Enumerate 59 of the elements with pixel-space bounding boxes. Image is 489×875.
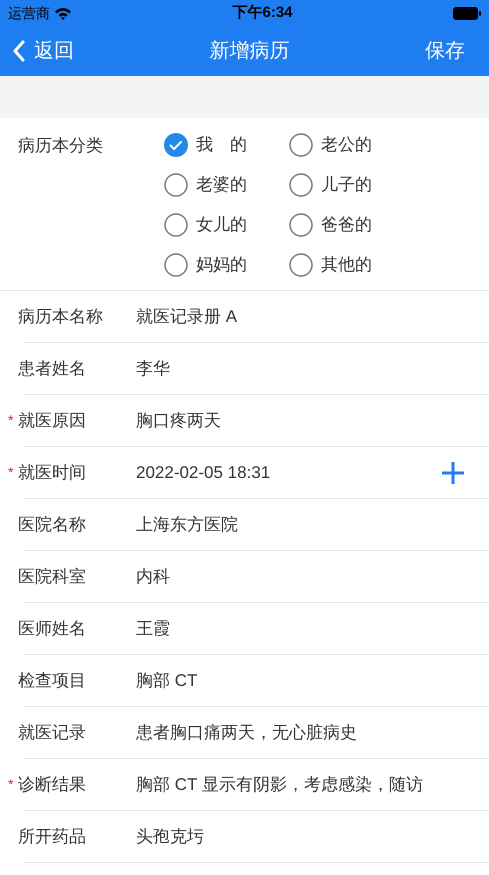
required-mark: * bbox=[8, 463, 14, 482]
field-value[interactable]: 上海东方医院 bbox=[136, 512, 489, 538]
field-value[interactable]: 就医记录册 A bbox=[136, 304, 489, 330]
field-label: 患者姓名 bbox=[18, 358, 87, 380]
required-mark: * bbox=[8, 775, 14, 794]
save-button[interactable]: 保存 bbox=[425, 36, 477, 66]
checked-radio-icon bbox=[164, 133, 188, 157]
wifi-icon bbox=[54, 6, 72, 20]
radio-label: 妈妈的 bbox=[196, 254, 247, 276]
plus-icon[interactable] bbox=[441, 460, 465, 484]
carrier-text: 运营商 bbox=[8, 4, 50, 22]
field-label: 检查项目 bbox=[18, 670, 87, 692]
field-label: 所开药品 bbox=[18, 826, 87, 848]
radio-label: 其他的 bbox=[321, 254, 372, 276]
radio-option[interactable]: 儿子的 bbox=[289, 165, 414, 205]
field-value[interactable]: 胸部 CT bbox=[136, 668, 489, 694]
field-value[interactable]: 胸部 CT 显示有阴影，考虑感染，随访 bbox=[136, 772, 489, 798]
radio-label: 儿子的 bbox=[321, 174, 372, 196]
radio-option[interactable]: 其他的 bbox=[289, 245, 414, 285]
radio-label: 老婆的 bbox=[196, 174, 247, 196]
field-value[interactable]: 患者胸口痛两天，无心脏病史 bbox=[136, 720, 489, 746]
radio-icon bbox=[289, 253, 313, 277]
back-button[interactable]: 返回 bbox=[12, 36, 74, 66]
radio-option[interactable]: 老婆的 bbox=[164, 165, 289, 205]
radio-icon bbox=[289, 173, 313, 197]
radio-option[interactable]: 爸爸的 bbox=[289, 205, 414, 245]
field-label: 医院科室 bbox=[18, 566, 87, 588]
radio-icon bbox=[164, 253, 188, 277]
required-mark: * bbox=[8, 411, 14, 430]
radio-option[interactable]: 我 的 bbox=[164, 125, 289, 165]
radio-label: 女儿的 bbox=[196, 214, 247, 236]
field-label: 病历本名称 bbox=[18, 306, 104, 328]
radio-icon bbox=[164, 173, 188, 197]
page-title: 新增病历 bbox=[210, 39, 290, 64]
radio-icon bbox=[164, 213, 188, 237]
field-label: 医院名称 bbox=[18, 514, 87, 536]
field-value[interactable]: 李华 bbox=[136, 356, 489, 382]
field-label: 病历本分类 bbox=[18, 135, 104, 157]
battery-icon bbox=[453, 6, 481, 20]
clock-text: 下午6:34 bbox=[232, 2, 293, 23]
radio-icon bbox=[289, 213, 313, 237]
chevron-left-icon bbox=[12, 40, 26, 62]
field-value[interactable]: 胸口疼两天 bbox=[136, 408, 489, 434]
radio-option[interactable]: 老公的 bbox=[289, 125, 414, 165]
field-label: 就医时间 bbox=[18, 462, 87, 484]
radio-icon bbox=[289, 133, 313, 157]
field-label: 就医记录 bbox=[18, 722, 87, 744]
radio-label: 老公的 bbox=[321, 134, 372, 156]
field-label: 诊断结果 bbox=[18, 774, 87, 796]
field-value[interactable]: 头孢克圬 bbox=[136, 824, 489, 850]
field-value[interactable]: 内科 bbox=[136, 564, 489, 590]
field-value[interactable]: 2022-02-05 18:31 bbox=[136, 460, 441, 486]
radio-option[interactable]: 妈妈的 bbox=[164, 245, 289, 285]
field-label: 就医原因 bbox=[18, 410, 87, 432]
radio-label: 爸爸的 bbox=[321, 214, 372, 236]
radio-option[interactable]: 女儿的 bbox=[164, 205, 289, 245]
radio-label: 我 的 bbox=[196, 134, 247, 156]
field-label: 医师姓名 bbox=[18, 618, 87, 640]
field-value[interactable]: 王霞 bbox=[136, 616, 489, 642]
